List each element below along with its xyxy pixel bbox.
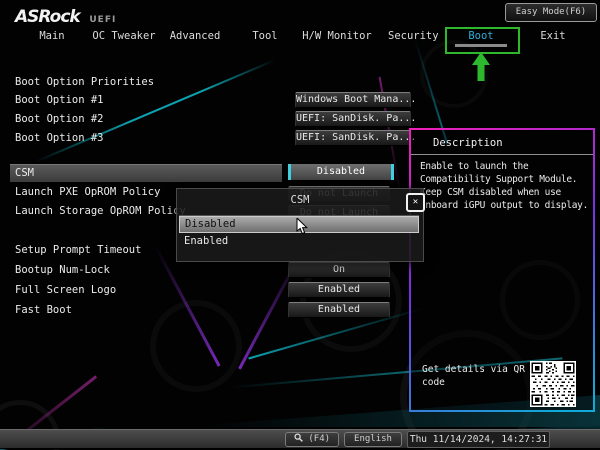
tab-advanced[interactable]: Advanced [167,30,223,42]
language-button[interactable]: English [344,432,402,447]
description-line: onboard iGPU output to display. [420,200,588,211]
row-label-launch-pxe-oprom[interactable]: Launch PXE OpROM Policy [15,186,160,198]
csm-popup-title: CSM [177,194,423,206]
bios-screen: ASRock UEFI Easy Mode(F6) Main OC Tweake… [0,0,600,450]
description-panel: Description Enable to launch the Compati… [409,128,595,412]
tab-oc-tweaker[interactable]: OC Tweaker [89,30,159,42]
row-label-full-screen-logo[interactable]: Full Screen Logo [15,284,116,296]
search-icon [294,433,303,442]
row-label-boot-option-3[interactable]: Boot Option #3 [15,132,104,144]
description-line: Compatibility Support Module. [420,174,577,185]
qr-caption-line: Get details via QR [422,364,525,375]
row-label-boot-option-2[interactable]: Boot Option #2 [15,113,104,125]
fast-boot-value[interactable]: Enabled [288,302,390,318]
row-label-setup-prompt-timeout[interactable]: Setup Prompt Timeout [15,244,141,256]
description-line: Enable to launch the [420,161,528,172]
search-hotkey-label: (F4) [308,434,330,444]
row-label-boot-option-1[interactable]: Boot Option #1 [15,94,104,106]
bootup-num-lock-value[interactable]: On [288,262,390,278]
boot-option-2-value[interactable]: UEFI: SanDisk. Pa... [295,111,411,127]
datetime-display: Thu 11/14/2024, 14:27:31 [407,431,550,448]
popup-option-enabled[interactable]: Enabled [179,233,419,250]
green-arrow-annotation [472,52,490,81]
qr-caption-line: code [422,377,445,388]
tab-main[interactable]: Main [32,30,72,42]
csm-row-highlight[interactable]: CSM [10,164,282,182]
tab-tool[interactable]: Tool [251,30,279,42]
qr-code [530,361,576,407]
brand-logo: ASRock UEFI [15,7,116,27]
row-label-fast-boot[interactable]: Fast Boot [15,304,72,316]
tab-hw-monitor[interactable]: H/W Monitor [302,30,372,42]
footer-bar: (F4) English Thu 11/14/2024, 14:27:31 [0,429,600,449]
uefi-label: UEFI [89,15,116,25]
boot-tab-highlight-frame [445,27,520,54]
section-title: Boot Option Priorities [15,76,154,88]
tab-exit[interactable]: Exit [539,30,567,42]
easy-mode-button[interactable]: Easy Mode(F6) [505,3,597,22]
description-line: Keep CSM disabled when use [420,187,561,198]
tab-security[interactable]: Security [388,30,436,42]
search-button[interactable]: (F4) [285,432,339,447]
full-screen-logo-value[interactable]: Enabled [288,282,390,298]
row-label-launch-storage-oprom[interactable]: Launch Storage OpROM Policy [15,205,186,217]
row-label-csm: CSM [15,167,34,179]
asrock-logo: ASRock [15,7,80,27]
description-divider [411,154,593,155]
row-label-bootup-num-lock[interactable]: Bootup Num-Lock [15,264,110,276]
boot-option-3-value[interactable]: UEFI: SanDisk. Pa... [295,130,411,146]
close-icon[interactable]: ✕ [406,193,425,212]
mouse-cursor-icon [296,218,308,235]
csm-value-button[interactable]: Disabled [288,164,394,180]
description-title: Description [433,137,503,149]
boot-option-1-value[interactable]: Windows Boot Mana... [295,92,411,108]
